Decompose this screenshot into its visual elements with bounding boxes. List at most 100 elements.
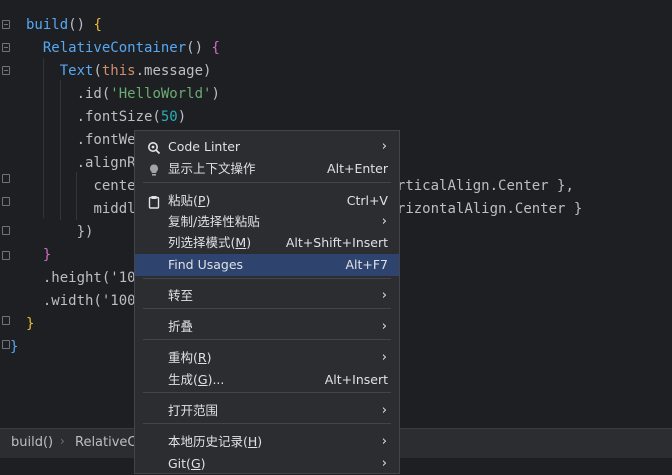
code-line: .fontSize(50) [26, 106, 187, 129]
code-token: middl [93, 201, 136, 217]
code-token: cente [93, 178, 136, 194]
breadcrumb-item-build[interactable]: build() [11, 435, 53, 450]
code-token: .alignR [76, 155, 136, 171]
menu-item[interactable]: 粘贴(P) Ctrl+V [135, 190, 399, 212]
menu-item-label: 转至 [168, 288, 194, 303]
menu-item[interactable]: 重构(R) › [135, 347, 399, 369]
menu-item[interactable]: 转至 › [135, 285, 399, 307]
chevron-right-icon: › [381, 434, 387, 449]
code-token: .message) [135, 63, 212, 79]
menu-item[interactable]: 打开范围 › [135, 400, 399, 422]
menu-item-label: Code Linter [168, 139, 241, 154]
code-line: build() { [26, 14, 102, 37]
menu-item-label: Find Usages [168, 257, 244, 272]
menu-item-label: 复制/选择性粘贴 [168, 214, 260, 229]
menu-item[interactable]: 复制/选择性粘贴 › [135, 211, 399, 233]
menu-separator [143, 182, 391, 183]
menu-item-shortcut: Ctrl+V [346, 193, 388, 208]
fold-marker-icon[interactable] [2, 340, 10, 349]
code-token: RelativeContainer [42, 40, 187, 56]
code-token: }) [76, 224, 94, 240]
menu-item-label: 折叠 [168, 319, 194, 334]
code-line: .id('HelloWorld') [26, 83, 220, 106]
chevron-right-icon: › [381, 403, 387, 418]
fold-marker-icon[interactable] [2, 66, 10, 75]
code-token: } [26, 316, 35, 332]
menu-item[interactable]: 折叠 › [135, 316, 399, 338]
menu-item-shortcut: Alt+F7 [345, 257, 388, 272]
code-token: () [186, 40, 212, 56]
code-line: RelativeContainer() { [26, 37, 220, 60]
menu-item[interactable]: 本地历史记录(H) › [135, 431, 399, 453]
code-token: ) [177, 109, 187, 125]
code-token: .width('100 [42, 293, 136, 309]
menu-item-label: 生成(G)... [168, 372, 225, 387]
menu-item[interactable]: Code Linter › [135, 136, 399, 158]
menu-item-shortcut: Alt+Insert [324, 372, 388, 387]
menu-item-shortcut: Alt+Shift+Insert [285, 235, 388, 250]
indent-guide [43, 58, 44, 218]
menu-item[interactable]: 生成(G)... Alt+Insert [135, 369, 399, 391]
fold-marker-icon[interactable] [2, 174, 10, 183]
fold-marker-icon[interactable] [2, 43, 10, 52]
code-line: } [10, 336, 18, 359]
code-token: { [211, 40, 220, 56]
menu-item[interactable]: Find Usages Alt+F7 [135, 254, 399, 276]
menu-separator [143, 423, 391, 424]
code-token: build [26, 17, 69, 33]
code-token: } [10, 339, 19, 355]
menu-item[interactable]: 显示上下文操作 Alt+Enter [135, 158, 399, 180]
indent-guide [60, 80, 61, 220]
code-line: .height('10 [26, 267, 136, 290]
indent-guide [76, 172, 77, 220]
code-token: ) [211, 86, 220, 102]
code-line: Text(this.message) [26, 60, 212, 83]
menu-item-label: 本地历史记录(H) [168, 434, 263, 449]
fold-marker-icon[interactable] [2, 197, 10, 206]
code-line: } [26, 313, 34, 336]
menu-separator [143, 308, 391, 309]
menu-item-shortcut: Alt+Enter [327, 161, 388, 176]
chevron-right-icon: › [381, 456, 387, 471]
clipboard-icon [147, 194, 161, 209]
menu-separator [143, 339, 391, 340]
menu-separator [143, 278, 391, 279]
code-line: }) [26, 221, 94, 244]
breadcrumb-separator-icon: › [60, 434, 65, 448]
chevron-right-icon: › [381, 288, 387, 303]
menu-item-label: 打开范围 [168, 403, 219, 418]
chevron-right-icon: › [381, 139, 387, 154]
menu-item[interactable]: Git(G) › [135, 453, 399, 475]
menu-item[interactable]: 列选择模式(M) Alt+Shift+Insert [135, 232, 399, 254]
code-token: ( [93, 63, 102, 79]
code-token: 'HelloWorld' [110, 86, 212, 102]
menu-item-label: Git(G) [168, 456, 206, 471]
chevron-right-icon: › [381, 319, 387, 334]
code-token: .height('10 [42, 270, 136, 286]
fold-marker-icon[interactable] [2, 316, 10, 325]
code-token: .fontWe [76, 132, 136, 148]
chevron-right-icon: › [381, 214, 387, 229]
code-line: } [26, 244, 51, 267]
code-token: Text [59, 63, 94, 79]
fold-marker-icon[interactable] [2, 226, 10, 235]
lightbulb-icon [147, 162, 161, 176]
code-token: } [42, 247, 52, 263]
context-menu: Code Linter › 显示上下文操作 Alt+Enter 粘贴(P) Ctrl+V 复… [134, 130, 400, 474]
fold-marker-icon[interactable] [2, 20, 10, 29]
code-token: 50 [160, 109, 178, 125]
fold-marker-icon[interactable] [2, 251, 10, 260]
menu-separator [143, 392, 391, 393]
code-token: this [101, 63, 136, 79]
fold-gutter [0, 0, 14, 428]
code-token: { [93, 17, 102, 33]
